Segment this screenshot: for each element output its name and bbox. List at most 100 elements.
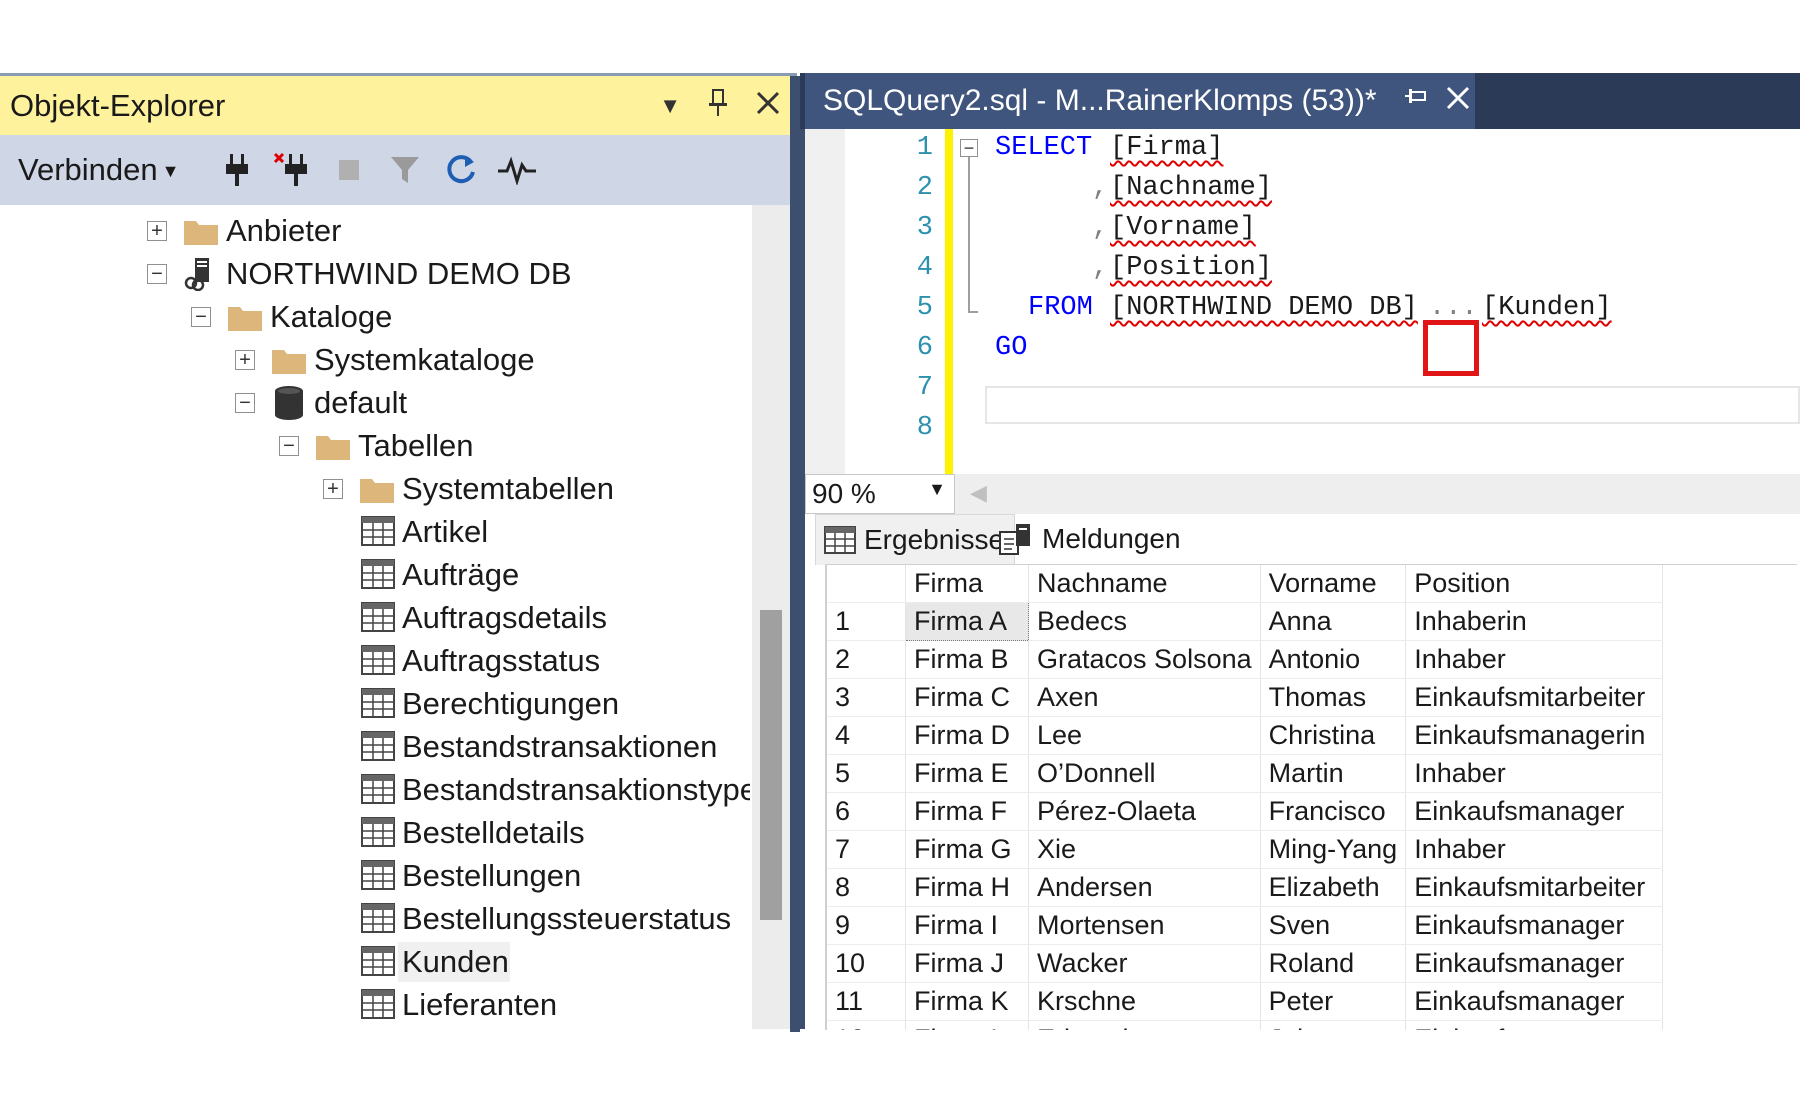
table-cell[interactable]: Firma J: [905, 944, 1029, 983]
table-cell[interactable]: Ming-Yang: [1260, 830, 1407, 869]
table-row[interactable]: 10 Firma J Wacker Roland Einkaufsmanager: [827, 944, 1664, 983]
table-cell[interactable]: Firma A: [905, 602, 1029, 641]
table-row[interactable]: 8 Firma H Andersen Elizabeth Einkaufsmitarbe…: [827, 868, 1664, 907]
row-number-cell[interactable]: 1: [827, 602, 906, 641]
table-cell[interactable]: John: [1260, 1020, 1407, 1030]
connect-plug-icon[interactable]: [209, 142, 265, 198]
table-cell[interactable]: Lee: [1028, 716, 1261, 755]
row-number-cell[interactable]: 9: [827, 906, 906, 945]
table-cell[interactable]: O’Donnell: [1028, 754, 1261, 793]
query-tab[interactable]: SQLQuery2.sql - M...RainerKlomps (53))*: [805, 73, 1475, 129]
row-number-cell[interactable]: 10: [827, 944, 906, 983]
table-cell[interactable]: Roland: [1260, 944, 1407, 983]
row-number-cell[interactable]: 8: [827, 868, 906, 907]
tree-node-table[interactable]: Bestellungssteuerstatus: [0, 899, 750, 939]
dropdown-arrow-icon[interactable]: ▼: [659, 94, 681, 117]
table-cell[interactable]: Axen: [1028, 678, 1261, 717]
table-row[interactable]: 12Firma LEdwardsJohnEinkaufsmanager: [827, 1020, 1664, 1030]
table-cell[interactable]: Krschne: [1028, 982, 1261, 1021]
table-cell[interactable]: Firma L: [905, 1020, 1029, 1030]
table-row[interactable]: 4 Firma D Lee Christina Einkaufsmanagerin: [827, 716, 1664, 755]
refresh-icon[interactable]: [433, 142, 489, 198]
tree-node-table[interactable]: Bestandstransaktionen: [0, 727, 750, 767]
expand-icon[interactable]: +: [147, 221, 167, 241]
table-cell[interactable]: Firma K: [905, 982, 1029, 1021]
table-cell[interactable]: Einkaufsmanager: [1405, 792, 1664, 831]
table-cell[interactable]: Firma C: [905, 678, 1029, 717]
table-row[interactable]: 11 Firma K Krschne Peter Einkaufsmanager: [827, 982, 1664, 1021]
table-row[interactable]: 9 Firma I Mortensen Sven Einkaufsmanager: [827, 906, 1664, 945]
tree-node-systemkataloge[interactable]: + Systemkataloge: [0, 340, 750, 380]
collapse-icon[interactable]: −: [235, 393, 255, 413]
table-cell[interactable]: Inhaber: [1405, 754, 1664, 793]
table-cell[interactable]: Bedecs: [1028, 602, 1261, 641]
table-cell[interactable]: Firma D: [905, 716, 1029, 755]
table-row[interactable]: 5 Firma E O’Donnell Martin Inhaber: [827, 754, 1664, 793]
table-cell[interactable]: Xie: [1028, 830, 1261, 869]
row-number-cell[interactable]: 12: [827, 1020, 906, 1030]
expand-icon[interactable]: +: [323, 479, 343, 499]
collapse-icon[interactable]: −: [147, 264, 167, 284]
scroll-left-icon[interactable]: ◀: [970, 480, 987, 506]
table-cell[interactable]: Firma I: [905, 906, 1029, 945]
close-icon[interactable]: [755, 90, 781, 121]
results-grid[interactable]: Firma Nachname Vorname Position 1 Firma A…: [825, 564, 1797, 1030]
table-cell[interactable]: Antonio: [1260, 640, 1407, 679]
table-cell[interactable]: Gratacos Solsona: [1028, 640, 1261, 679]
collapse-icon[interactable]: −: [279, 436, 299, 456]
table-cell[interactable]: Andersen: [1028, 868, 1261, 907]
tree-node-kataloge[interactable]: − Kataloge: [0, 297, 750, 337]
filter-icon[interactable]: [377, 142, 433, 198]
table-row[interactable]: 3 Firma C Axen Thomas Einkaufsmitarbeiter: [827, 678, 1664, 717]
column-header[interactable]: Nachname: [1028, 565, 1261, 603]
tree-node-table[interactable]: Auftragsdetails: [0, 598, 750, 638]
table-cell[interactable]: Anna: [1260, 602, 1407, 641]
table-cell[interactable]: Thomas: [1260, 678, 1407, 717]
panel-splitter[interactable]: [790, 76, 800, 1032]
table-cell[interactable]: Elizabeth: [1260, 868, 1407, 907]
row-number-cell[interactable]: 2: [827, 640, 906, 679]
pin-icon[interactable]: [707, 88, 729, 123]
row-number-cell[interactable]: 3: [827, 678, 906, 717]
table-row[interactable]: 6 Firma F Pérez-Olaeta Francisco Einkaufsman…: [827, 792, 1664, 831]
table-cell[interactable]: Inhaber: [1405, 830, 1664, 869]
tree-node-systemtabellen[interactable]: + Systemtabellen: [0, 469, 750, 509]
stop-icon[interactable]: [321, 142, 377, 198]
table-cell[interactable]: Sven: [1260, 906, 1407, 945]
collapse-region-icon[interactable]: −: [960, 139, 978, 157]
table-cell[interactable]: Martin: [1260, 754, 1407, 793]
tree-node-table[interactable]: Bestellungen: [0, 856, 750, 896]
table-cell[interactable]: Wacker: [1028, 944, 1261, 983]
tree-node-table[interactable]: Bestelldetails: [0, 813, 750, 853]
connect-button[interactable]: Verbinden ▼: [18, 152, 179, 188]
tree-node-table[interactable]: Lieferanten: [0, 985, 750, 1025]
tree-node-anbieter[interactable]: + Anbieter: [0, 211, 750, 251]
column-header[interactable]: Vorname: [1260, 565, 1407, 603]
row-number-cell[interactable]: 6: [827, 792, 906, 831]
tree-node-northwind-demo-db[interactable]: − NORTHWIND DEMO DB: [0, 254, 750, 294]
table-cell[interactable]: Firma H: [905, 868, 1029, 907]
table-cell[interactable]: Firma E: [905, 754, 1029, 793]
table-cell[interactable]: Einkaufsmanager: [1405, 1020, 1664, 1030]
object-explorer-scrollbar[interactable]: [752, 205, 790, 1029]
table-cell[interactable]: Einkaufsmanager: [1405, 906, 1664, 945]
row-number-cell[interactable]: 11: [827, 982, 906, 1021]
tree-node-tabellen[interactable]: − Tabellen: [0, 426, 750, 466]
table-row[interactable]: 7 Firma G Xie Ming-Yang Inhaber: [827, 830, 1664, 869]
table-cell[interactable]: Christina: [1260, 716, 1407, 755]
row-number-cell[interactable]: 4: [827, 716, 906, 755]
tree-node-table[interactable]: Berechtigungen: [0, 684, 750, 724]
tree-node-table[interactable]: Artikel: [0, 512, 750, 552]
row-number-cell[interactable]: 5: [827, 754, 906, 793]
table-cell[interactable]: Einkaufsmanager: [1405, 982, 1664, 1021]
pin-icon[interactable]: [1405, 85, 1429, 116]
tree-node-table[interactable]: Aufträge: [0, 555, 750, 595]
activity-monitor-icon[interactable]: [489, 142, 545, 198]
table-cell[interactable]: Inhaber: [1405, 640, 1664, 679]
table-cell[interactable]: Einkaufsmitarbeiter: [1405, 868, 1664, 907]
table-cell[interactable]: Mortensen: [1028, 906, 1261, 945]
table-cell[interactable]: Einkaufsmanagerin: [1405, 716, 1664, 755]
table-cell[interactable]: Edwards: [1028, 1020, 1261, 1030]
table-cell[interactable]: Einkaufsmanager: [1405, 944, 1664, 983]
zoom-dropdown[interactable]: 90 % ▼: [805, 474, 955, 514]
